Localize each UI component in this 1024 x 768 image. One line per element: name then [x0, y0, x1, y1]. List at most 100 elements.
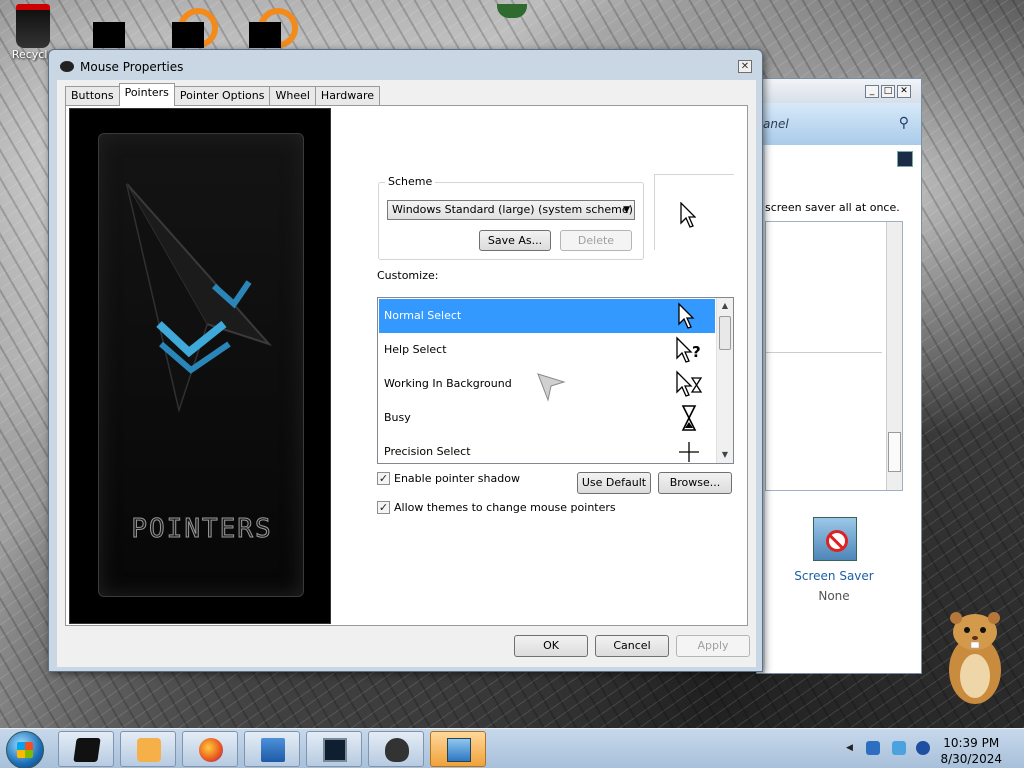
list-scrollbar[interactable]: ▲ ▼ — [716, 298, 733, 463]
control-panel-titlebar[interactable]: _ □ ✕ — [757, 79, 921, 103]
tab-pointers[interactable]: Pointers — [118, 83, 175, 106]
list-item[interactable]: Busy — [379, 401, 715, 435]
mouse-icon — [60, 61, 74, 72]
taskbar-app-update[interactable] — [244, 731, 300, 767]
allow-themes-row[interactable]: ✓ Allow themes to change mouse pointers — [377, 501, 616, 514]
taskbar-app-mouse[interactable] — [368, 731, 424, 767]
clock-date: 8/30/2024 — [940, 752, 1002, 766]
arrow-cursor-icon — [678, 302, 695, 329]
tab-buttons[interactable]: Buttons — [65, 86, 120, 106]
scroll-thumb[interactable] — [888, 432, 901, 472]
cursor-row-label: Working In Background — [384, 377, 512, 390]
minimize-icon[interactable]: _ — [865, 85, 879, 98]
preview-title: POINTERS — [131, 514, 273, 545]
hourglass-cursor-icon — [681, 405, 697, 431]
start-orb-icon[interactable] — [6, 731, 44, 768]
tab-strip: Buttons Pointers Pointer Options Wheel H… — [65, 83, 381, 106]
taskbar-app-black-box[interactable] — [58, 731, 114, 767]
working-cursor-icon — [676, 370, 703, 397]
thumbnail-icon[interactable] — [897, 151, 913, 167]
list-item[interactable]: Help Select ? — [379, 333, 715, 367]
media-player-icon — [137, 738, 161, 762]
ok-button[interactable]: OK — [514, 635, 588, 657]
scroll-up-icon[interactable]: ▲ — [717, 298, 733, 314]
mouse-pointer-icon — [537, 373, 566, 402]
screen-saver-link[interactable]: Screen Saver — [765, 569, 903, 583]
control-panel-address-bar[interactable]: anel ⚲ — [757, 103, 921, 145]
clock-time: 10:39 PM — [943, 736, 1000, 750]
taskbar-app-control-panel[interactable] — [430, 731, 486, 767]
dialog-client: Buttons Pointers Pointer Options Wheel H… — [57, 80, 756, 667]
tab-hardware[interactable]: Hardware — [314, 86, 381, 106]
cursor-row-label: Normal Select — [384, 309, 462, 322]
search-icon[interactable]: ⚲ — [899, 115, 909, 131]
arrow-cursor-icon — [680, 202, 696, 228]
customize-label: Customize: — [377, 269, 439, 282]
tab-wheel[interactable]: Wheel — [269, 86, 316, 106]
redacted-desktop-icon[interactable] — [249, 22, 281, 48]
taskbar-app-monitor[interactable] — [306, 731, 362, 767]
address-text: anel — [763, 117, 789, 131]
svg-text:?: ? — [692, 343, 701, 361]
scheme-selected-value: Windows Standard (large) (system scheme) — [392, 203, 633, 216]
scheme-group: Scheme Windows Standard (large) (system … — [378, 175, 644, 260]
pointers-tab-panel: POINTERS Scheme Windows Standard (large)… — [65, 105, 748, 626]
tab-pointer-options[interactable]: Pointer Options — [173, 86, 271, 106]
system-clock[interactable]: 10:39 PM 8/30/2024 — [940, 735, 1002, 767]
network-icon[interactable] — [892, 741, 906, 755]
no-sign-icon — [826, 530, 848, 552]
black-box-app-icon — [73, 738, 101, 762]
delete-button[interactable]: Delete — [560, 230, 632, 251]
use-default-button[interactable]: Use Default — [577, 472, 651, 494]
cursor-preview-box — [654, 174, 734, 250]
firefox-icon — [199, 738, 223, 762]
taskbar: ◀ 10:39 PM 8/30/2024 — [0, 728, 1024, 768]
scroll-thumb[interactable] — [719, 316, 731, 350]
pointer-logo-icon — [126, 183, 273, 413]
enable-pointer-shadow-label: Enable pointer shadow — [394, 472, 520, 485]
control-panel-description: screen saver all at once. — [765, 201, 900, 214]
close-icon[interactable]: ✕ — [738, 60, 752, 73]
windows-flag-icon — [17, 742, 33, 758]
cancel-button[interactable]: Cancel — [595, 635, 669, 657]
maximize-icon[interactable]: □ — [881, 85, 895, 98]
enable-pointer-shadow-checkbox[interactable]: ✓ — [377, 472, 390, 485]
dialog-title: Mouse Properties — [80, 60, 184, 74]
preview-frame: POINTERS — [98, 133, 304, 597]
taskbar-app-firefox[interactable] — [182, 731, 238, 767]
screen-saver-icon[interactable] — [813, 517, 857, 561]
hamster-gadget-icon[interactable] — [944, 604, 1006, 708]
scrollbar[interactable] — [886, 222, 902, 490]
close-icon[interactable]: ✕ — [897, 85, 911, 98]
tray-expand-icon[interactable]: ◀ — [846, 743, 853, 753]
mouse-properties-dialog[interactable]: Mouse Properties ✕ Buttons Pointers Poin… — [48, 49, 763, 672]
save-as-button[interactable]: Save As... — [479, 230, 551, 251]
taskbar-app-media-player[interactable] — [120, 731, 176, 767]
tray-app-icon[interactable] — [866, 741, 880, 755]
list-item[interactable]: Precision Select — [379, 435, 715, 463]
list-item[interactable]: Normal Select — [379, 299, 715, 333]
browse-button[interactable]: Browse... — [658, 472, 732, 494]
redacted-desktop-icon[interactable] — [172, 22, 204, 48]
cursor-row-label: Busy — [384, 411, 411, 424]
scheme-dropdown[interactable]: Windows Standard (large) (system scheme)… — [387, 200, 635, 220]
volume-icon[interactable] — [916, 741, 930, 755]
mouse-app-icon — [385, 738, 409, 762]
allow-themes-checkbox[interactable]: ✓ — [377, 501, 390, 514]
redacted-desktop-icon[interactable] — [93, 22, 125, 48]
help-cursor-icon: ? — [676, 336, 701, 363]
allow-themes-label: Allow themes to change mouse pointers — [394, 501, 616, 514]
monitor-app-icon — [323, 738, 347, 762]
enable-pointer-shadow-row[interactable]: ✓ Enable pointer shadow — [377, 472, 520, 485]
update-check-icon — [261, 738, 285, 762]
control-panel-icon — [447, 738, 471, 762]
scroll-down-icon[interactable]: ▼ — [717, 447, 733, 463]
screen-preview — [765, 221, 903, 491]
control-panel-window[interactable]: _ □ ✕ anel ⚲ screen saver all at once. S… — [756, 78, 922, 674]
cursor-row-label: Help Select — [384, 343, 447, 356]
dialog-titlebar[interactable]: Mouse Properties ✕ — [49, 50, 762, 80]
control-panel-body: screen saver all at once. Screen Saver N… — [765, 145, 921, 673]
apply-button[interactable]: Apply — [676, 635, 750, 657]
cursor-row-label: Precision Select — [384, 445, 471, 458]
recycle-bin-icon — [16, 4, 50, 48]
